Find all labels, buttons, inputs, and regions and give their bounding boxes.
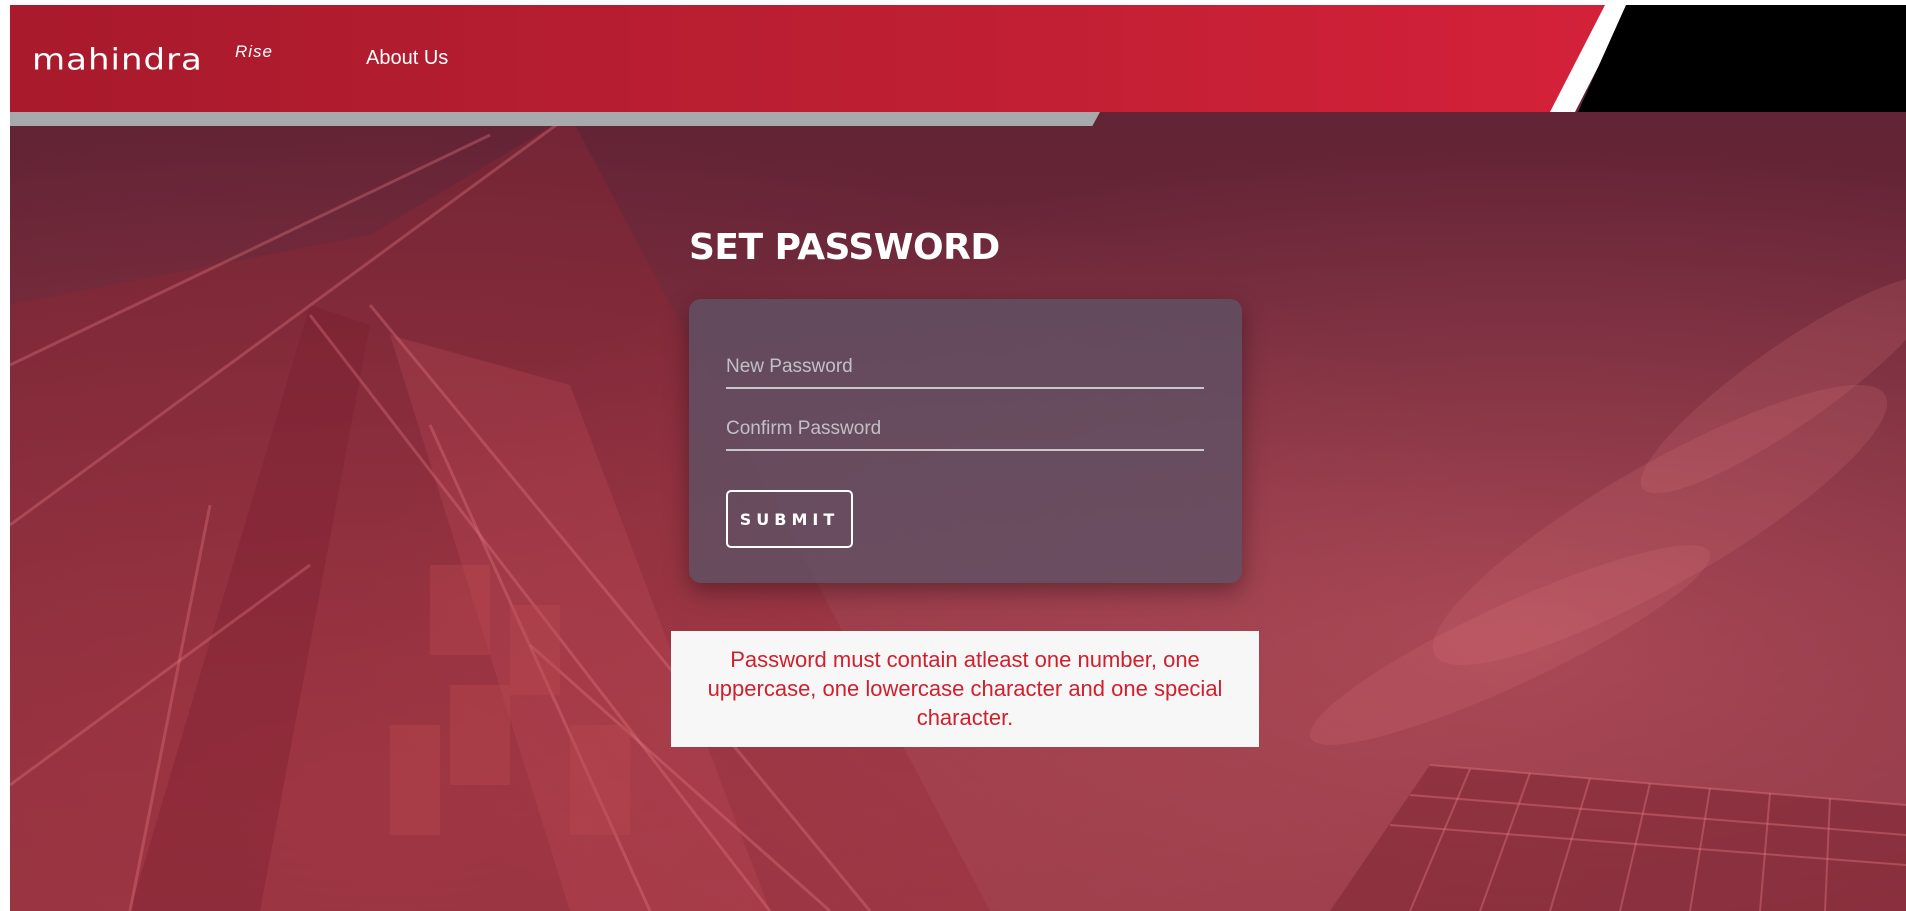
submit-button[interactable]: SUBMIT xyxy=(726,490,853,548)
page-title: SET PASSWORD xyxy=(689,227,1000,268)
header-gray-underbar xyxy=(10,112,1100,126)
set-password-form: SUBMIT xyxy=(689,299,1242,583)
mahindra-rise-logo[interactable]: mahindra Rise xyxy=(32,42,272,77)
page-frame: mahindra Rise About Us SET PASSWORD SUBM… xyxy=(10,5,1906,911)
logo-wordmark: mahindra xyxy=(32,43,203,77)
top-header: mahindra Rise About Us xyxy=(10,5,1906,112)
new-password-input[interactable] xyxy=(726,347,1204,387)
password-error-message: Password must contain atleast one number… xyxy=(671,631,1259,747)
nav-about-us-link[interactable]: About Us xyxy=(366,47,448,70)
new-password-field-wrapper xyxy=(726,347,1204,389)
confirm-password-input[interactable] xyxy=(726,409,1204,449)
logo-rise-superscript: Rise xyxy=(235,42,274,61)
header-black-band xyxy=(1578,5,1906,112)
confirm-password-field-wrapper xyxy=(726,409,1204,451)
